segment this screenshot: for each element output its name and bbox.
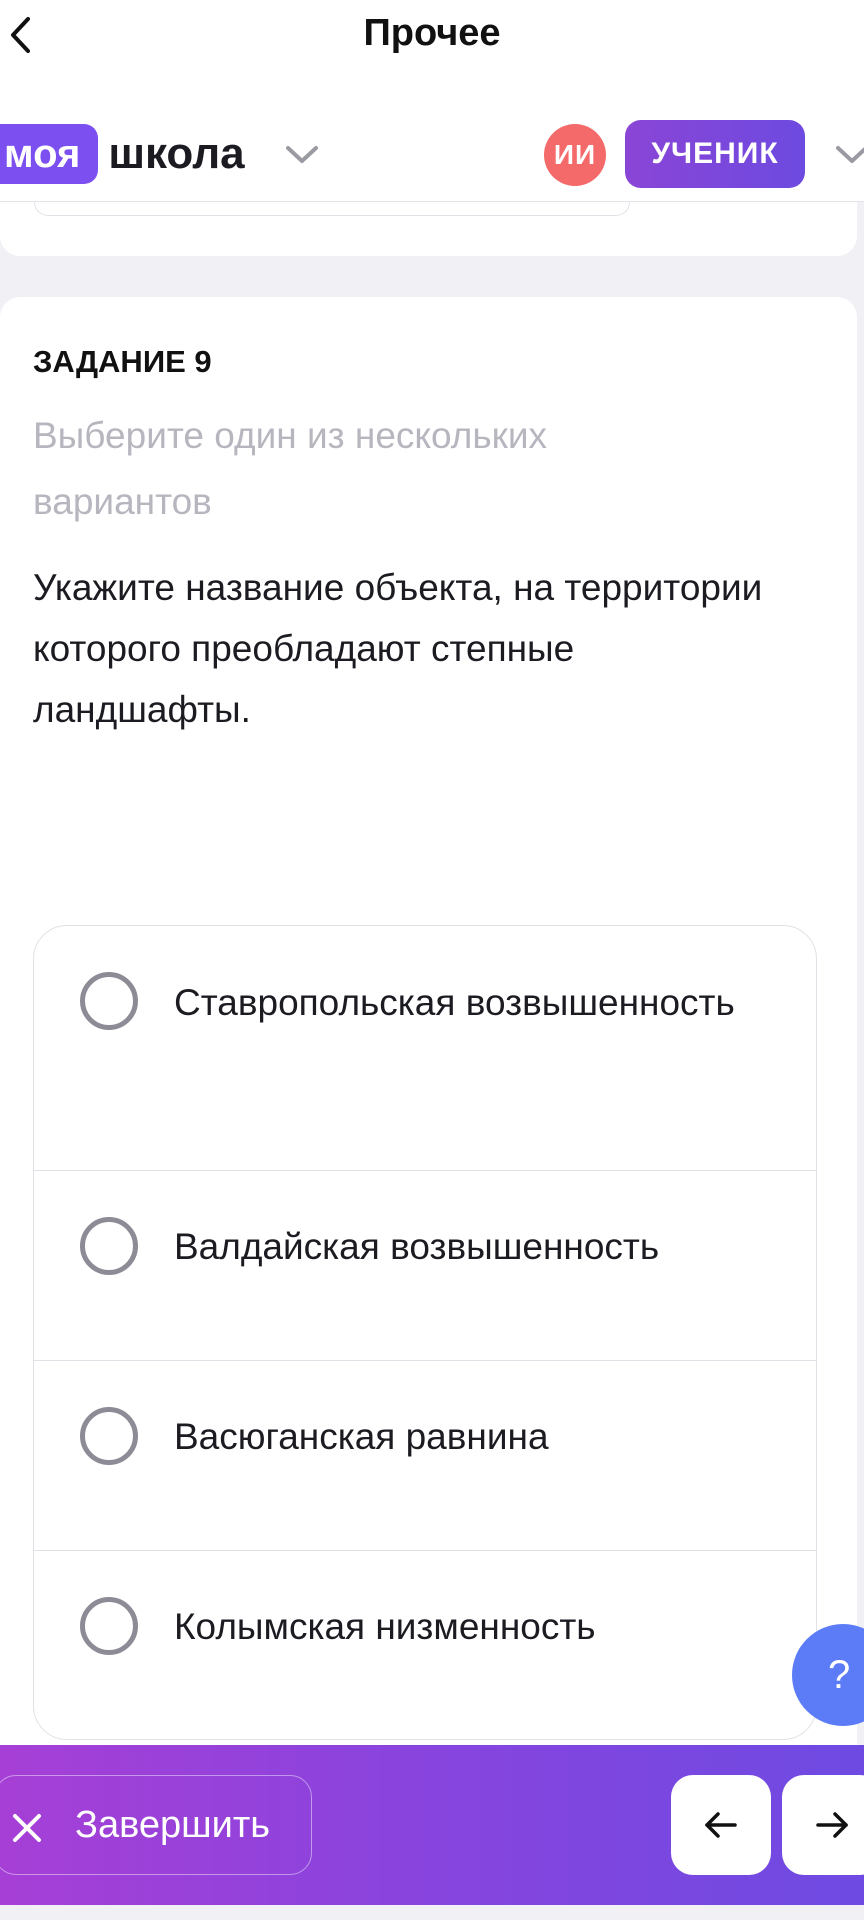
bottom-action-bar: Завершить [0,1745,864,1905]
answer-option[interactable]: Колымская низменность [34,1551,816,1739]
next-task-button[interactable] [782,1775,864,1875]
logo-part-moya: моя [0,124,99,184]
answer-options: Ставропольская возвышенность Валдайская … [33,925,817,1740]
chevron-down-icon[interactable] [284,142,320,166]
role-button[interactable]: УЧЕНИК [625,120,805,188]
page-title: Прочее [363,12,501,54]
task-number: ЗАДАНИЕ 9 [33,344,212,379]
answer-option-label: Ставропольская возвышенность [174,982,735,1023]
arrow-left-icon [705,1812,737,1838]
radio-button[interactable] [80,1217,138,1275]
previous-task-card [0,202,857,256]
answer-option-label: Васюганская равнина [174,1416,549,1457]
finish-button[interactable]: Завершить [0,1775,312,1875]
radio-button[interactable] [80,1597,138,1655]
ai-assistant-badge[interactable]: ИИ [544,124,606,186]
logo-part-shkola: школа [108,129,245,178]
radio-button[interactable] [80,972,138,1030]
top-nav-bar: Прочее [0,0,864,80]
previous-task-button[interactable] [671,1775,771,1875]
answer-option[interactable]: Ставропольская возвышенность [34,926,816,1171]
app-logo[interactable]: моя школа [0,124,245,184]
answer-option-label: Валдайская возвышенность [174,1226,660,1267]
finish-button-label: Завершить [75,1804,271,1846]
bottom-safe-area [0,1905,864,1920]
previous-task-field [34,202,630,216]
radio-button[interactable] [80,1407,138,1465]
question-mark-icon: ? [828,1652,851,1697]
close-icon [13,1814,41,1842]
answer-option-label: Колымская низменность [174,1606,596,1647]
chevron-down-icon[interactable] [834,142,864,166]
arrow-right-icon [816,1812,848,1838]
task-card: ЗАДАНИЕ 9 Выберите один из нескольких ва… [0,297,857,1757]
task-question: Укажите название объекта, на территории … [33,567,763,730]
task-hint: Выберите один из нескольких вариантов [33,415,548,522]
answer-option[interactable]: Васюганская равнина [34,1361,816,1551]
answer-option[interactable]: Валдайская возвышенность [34,1171,816,1361]
